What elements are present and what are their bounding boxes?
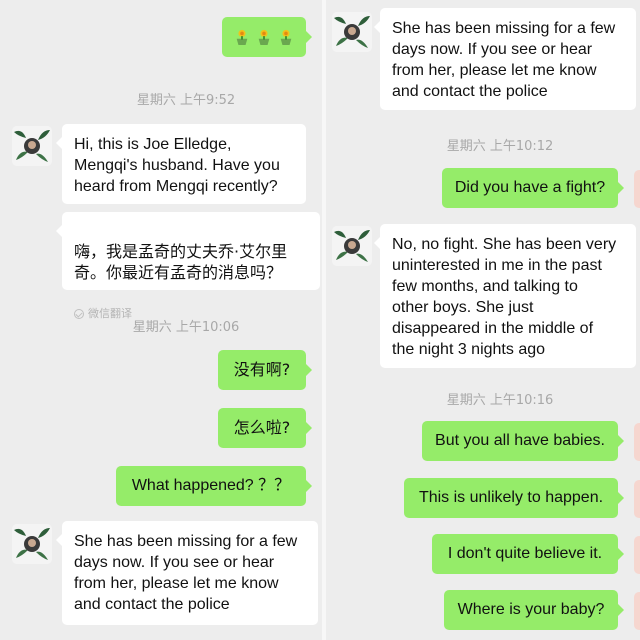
contact-avatar[interactable] [12,126,52,166]
outgoing-message-bubble[interactable]: This is unlikely to happen. [404,478,624,518]
outgoing-message-bubble[interactable]: What happened? ？？ [116,466,312,506]
timestamp: 星期六 上午10:16 [446,393,554,408]
incoming-message-bubble[interactable]: Hi, this is Joe Elledge, Mengqi's husban… [56,124,306,204]
outgoing-message-bubble[interactable]: But you all have babies. [422,421,624,461]
incoming-message-bubble[interactable]: No, no fight. She has been very unintere… [374,224,636,368]
user-avatar-edge [634,536,640,574]
contact-avatar[interactable] [332,12,372,52]
contact-avatar-icon [332,226,372,266]
outgoing-message-bubble[interactable]: 没有啊? [218,350,312,390]
contact-avatar[interactable] [332,226,372,266]
timestamp: 星期六 上午10:12 [446,139,554,154]
translation-card[interactable]: 嗨，我是孟奇的丈夫乔·艾尔里 奇。你最近有孟奇的消息吗？ 微信翻译 [56,212,320,320]
translation-text: 嗨，我是孟奇的丈夫乔·艾尔里 奇。你最近有孟奇的消息吗？ [74,242,288,282]
flower-pot-emoji-icon [280,29,292,45]
outgoing-message-bubble[interactable]: Where is your baby? [444,590,624,630]
incoming-message-bubble[interactable]: She has been missing for a few days now.… [374,8,636,110]
right-chat-panel: She has been missing for a few days now.… [326,0,640,640]
contact-avatar[interactable] [12,524,52,564]
left-chat-panel: 星期六 上午9:52 Hi, this is Joe Elledge, Meng… [0,0,322,640]
contact-avatar-icon [332,12,372,52]
flower-pot-emoji-icon [236,29,248,45]
user-avatar-edge [634,170,640,208]
outgoing-message-bubble[interactable]: Did you have a fight? [442,168,624,208]
timestamp: 星期六 上午9:52 [136,93,236,108]
outgoing-message-bubble[interactable]: 怎么啦? [218,408,312,448]
emoji-row [234,17,294,57]
timestamp: 星期六 上午10:06 [132,320,240,335]
user-avatar-edge [634,480,640,518]
outgoing-message-bubble[interactable]: I don't quite believe it. [432,534,624,574]
flower-pot-emoji-icon [258,29,270,45]
emoji-message-bubble[interactable] [222,17,312,57]
incoming-message-bubble[interactable]: She has been missing for a few days now.… [56,521,318,625]
contact-avatar-icon [12,524,52,564]
contact-avatar-icon [12,126,52,166]
user-avatar-edge [634,592,640,630]
user-avatar-edge [634,423,640,461]
